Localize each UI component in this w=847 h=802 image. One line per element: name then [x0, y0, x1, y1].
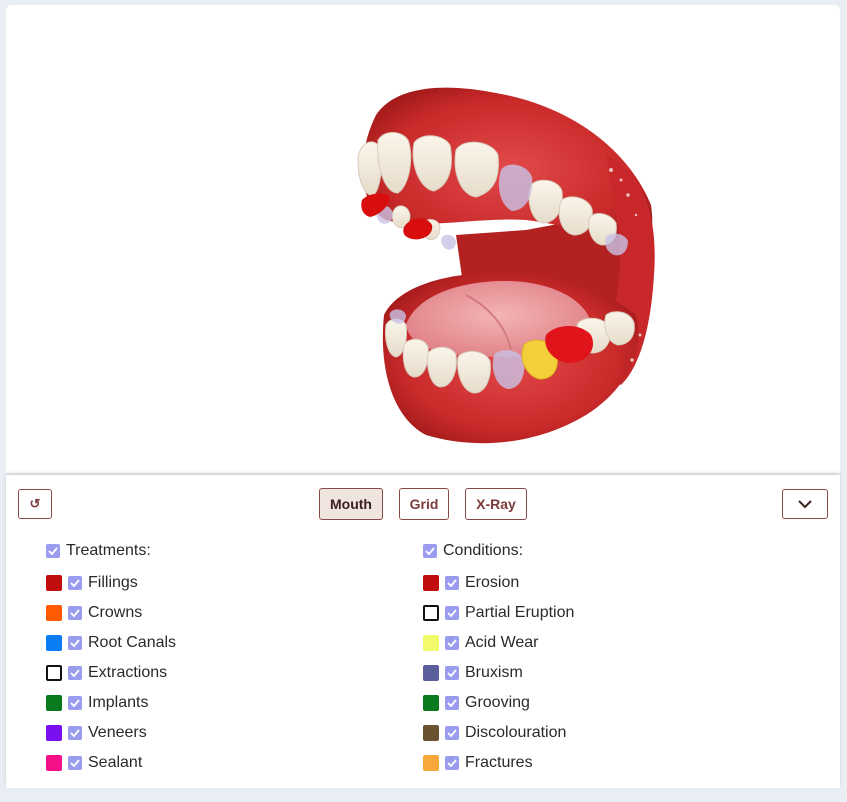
treatment-item: Root Canals — [46, 633, 176, 653]
treatment-item-checkbox[interactable] — [68, 696, 82, 710]
treatment-item-checkbox[interactable] — [68, 576, 82, 590]
condition-item-checkbox[interactable] — [445, 726, 459, 740]
condition-item-checkbox[interactable] — [445, 696, 459, 710]
treatment-item-label: Sealant — [88, 754, 143, 771]
treatment-item: Sealant — [46, 753, 176, 773]
treatment-item: Veneers — [46, 723, 176, 743]
condition-color-swatch — [423, 695, 439, 711]
treatment-item-label: Root Canals — [88, 634, 177, 651]
condition-item: Discolouration — [423, 723, 574, 743]
treatments-all-checkbox[interactable] — [46, 544, 60, 558]
condition-item-label: Partial Eruption — [465, 604, 575, 621]
treatment-item-checkbox[interactable] — [68, 666, 82, 680]
treatment-item: Implants — [46, 693, 176, 713]
condition-color-swatch — [423, 605, 439, 621]
view-mouth-button[interactable]: Mouth — [319, 488, 383, 520]
condition-item-label: Acid Wear — [465, 634, 539, 651]
condition-item-checkbox[interactable] — [445, 666, 459, 680]
condition-item-checkbox[interactable] — [445, 636, 459, 650]
treatment-item-checkbox[interactable] — [68, 726, 82, 740]
treatment-color-swatch — [46, 755, 62, 771]
condition-item-label: Discolouration — [465, 724, 567, 741]
view-grid-button[interactable]: Grid — [399, 488, 449, 520]
treatment-color-swatch — [46, 575, 62, 591]
condition-item: Acid Wear — [423, 633, 574, 653]
condition-item: Erosion — [423, 573, 574, 593]
treatments-header: Treatments: — [46, 541, 176, 561]
treatment-item-label: Fillings — [88, 574, 138, 591]
condition-color-swatch — [423, 665, 439, 681]
condition-item-label: Fractures — [465, 754, 533, 771]
treatment-color-swatch — [46, 635, 62, 651]
condition-color-swatch — [423, 575, 439, 591]
conditions-all-checkbox[interactable] — [423, 544, 437, 558]
condition-item-checkbox[interactable] — [445, 576, 459, 590]
reset-icon: ↺ — [29, 496, 41, 511]
treatment-item: Fillings — [46, 573, 176, 593]
treatment-color-swatch — [46, 725, 62, 741]
condition-item: Fractures — [423, 753, 574, 773]
condition-item: Bruxism — [423, 663, 574, 683]
mouth-model[interactable] — [6, 5, 840, 473]
condition-item: Grooving — [423, 693, 574, 713]
condition-color-swatch — [423, 755, 439, 771]
condition-item-checkbox[interactable] — [445, 606, 459, 620]
treatment-item-label: Implants — [88, 694, 149, 711]
treatment-item: Extractions — [46, 663, 176, 683]
treatment-item: Crowns — [46, 603, 176, 623]
conditions-header: Conditions: — [423, 541, 574, 561]
view-xray-button[interactable]: X-Ray — [465, 488, 527, 520]
conditions-legend: Conditions: Erosion Partial Eruption Acid … — [423, 541, 574, 783]
view-mouth-label: Mouth — [330, 496, 372, 512]
control-panel: ↺ Mouth Grid X-Ray Treatments: Fillings C… — [6, 475, 840, 788]
treatments-title: Treatments: — [66, 542, 151, 559]
treatment-item-checkbox[interactable] — [68, 606, 82, 620]
treatment-item-label: Extractions — [88, 664, 168, 681]
condition-item-checkbox[interactable] — [445, 756, 459, 770]
condition-item-label: Grooving — [465, 694, 530, 711]
treatment-color-swatch — [46, 665, 62, 681]
treatment-item-checkbox[interactable] — [68, 636, 82, 650]
condition-item-label: Bruxism — [465, 664, 523, 681]
mouth-3d-viewer[interactable] — [6, 5, 840, 473]
conditions-title: Conditions: — [443, 542, 524, 559]
collapse-panel-button[interactable] — [782, 489, 828, 519]
condition-color-swatch — [423, 725, 439, 741]
treatment-color-swatch — [46, 695, 62, 711]
treatment-item-checkbox[interactable] — [68, 756, 82, 770]
treatment-color-swatch — [46, 605, 62, 621]
treatment-item-label: Veneers — [88, 724, 147, 741]
condition-item: Partial Eruption — [423, 603, 574, 623]
condition-color-swatch — [423, 635, 439, 651]
chevron-down-icon — [798, 499, 812, 508]
treatment-item-label: Crowns — [88, 604, 143, 621]
condition-item-label: Erosion — [465, 574, 520, 591]
reset-view-button[interactable]: ↺ — [18, 489, 52, 519]
treatments-legend: Treatments: Fillings Crowns Root Canals Ext… — [46, 541, 176, 783]
view-xray-label: X-Ray — [476, 496, 516, 512]
view-grid-label: Grid — [409, 496, 439, 512]
